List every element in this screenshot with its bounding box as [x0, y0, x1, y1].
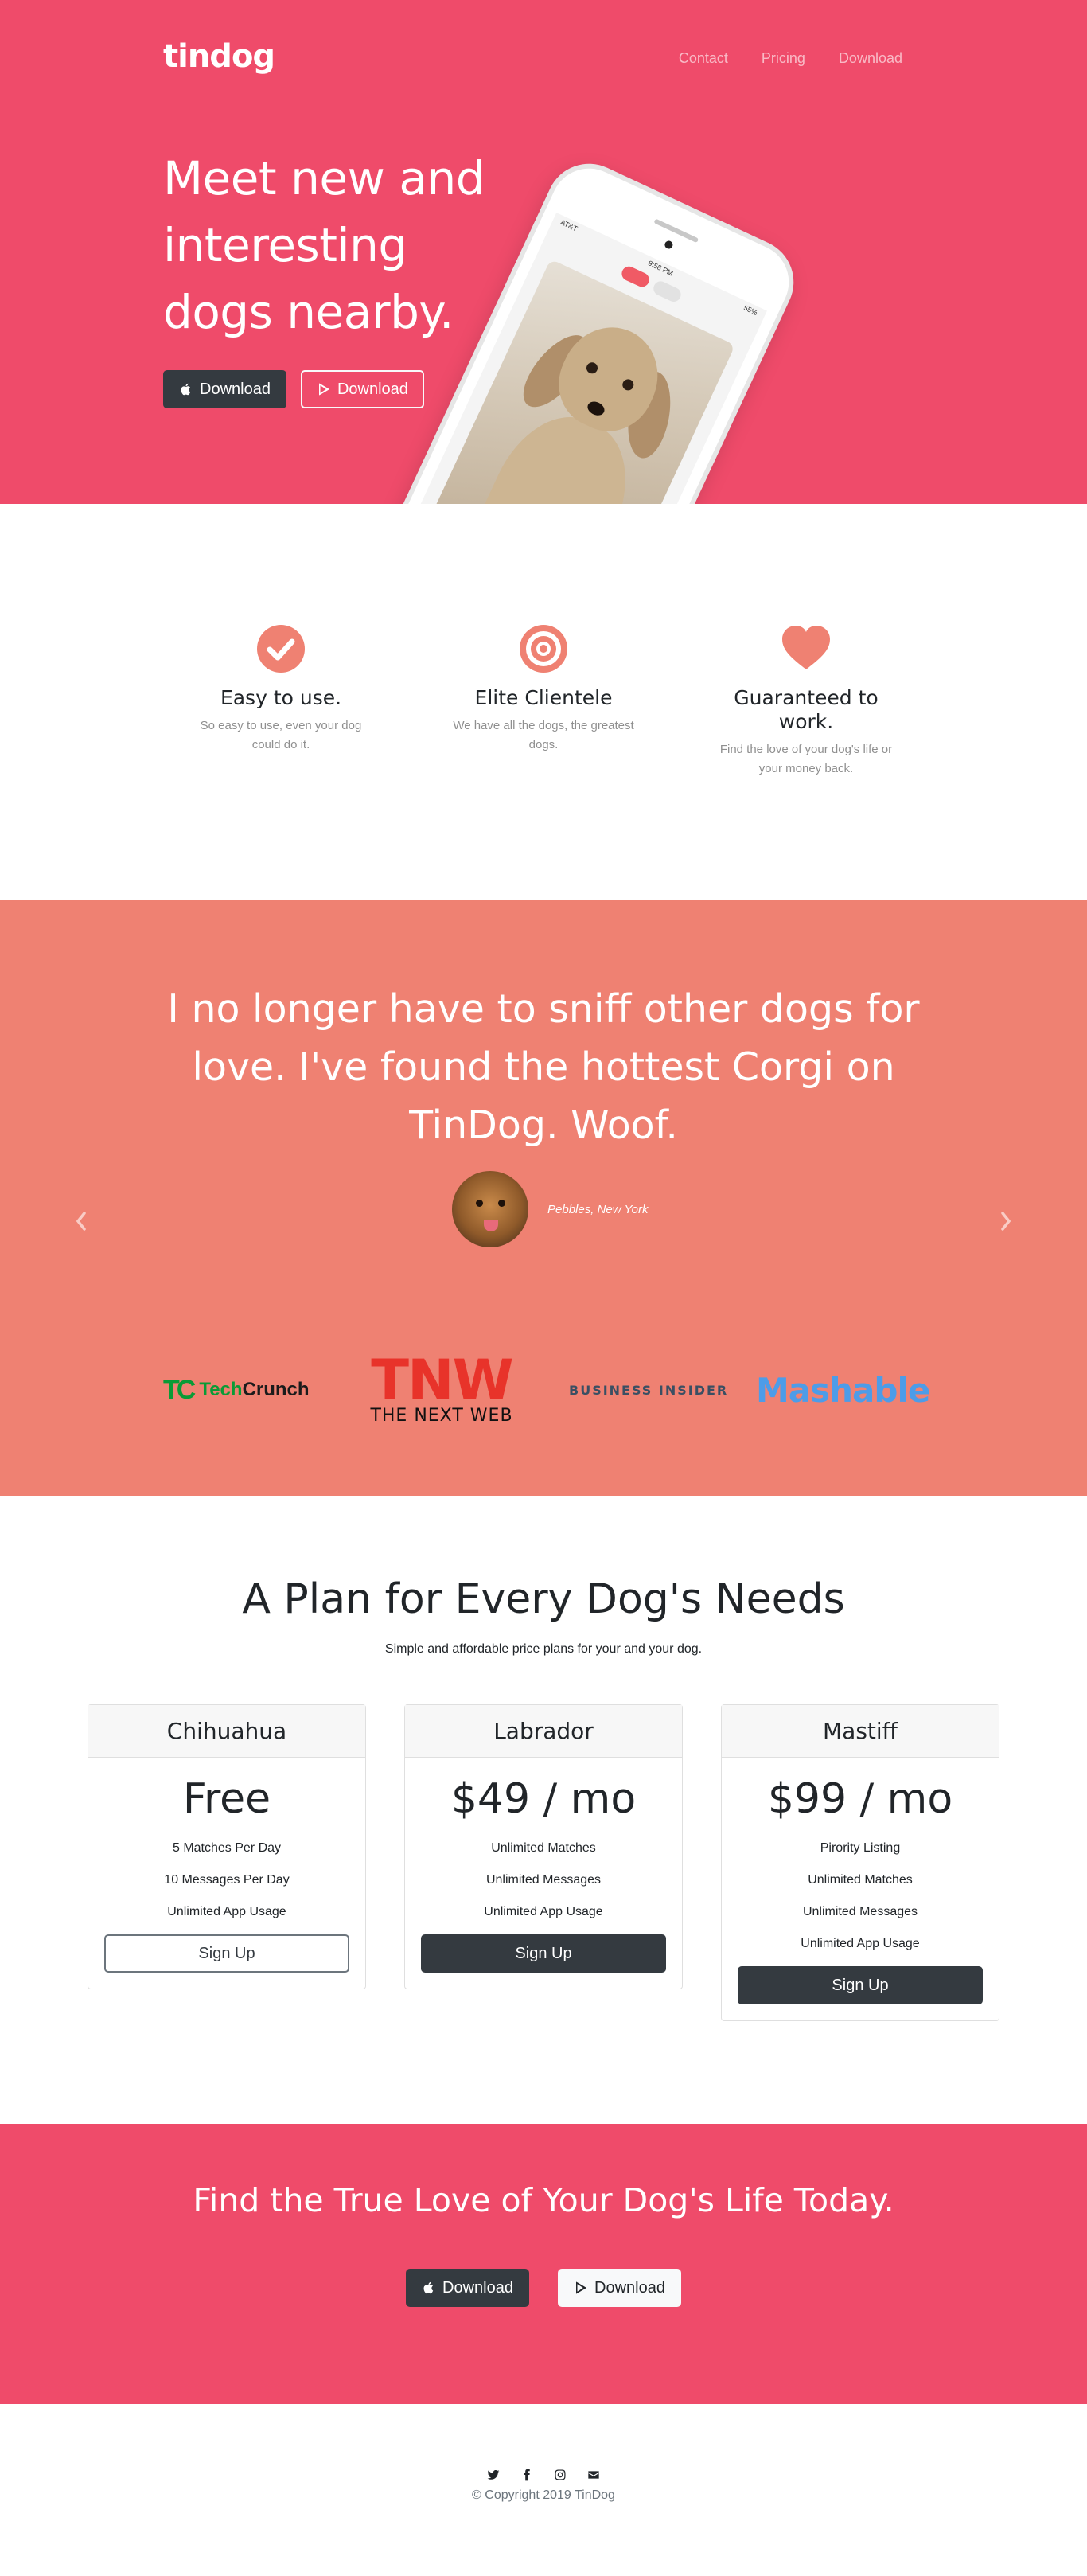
phone-camera — [663, 239, 675, 251]
pricing-plans: Chihuahua Free 5 Matches Per Day 10 Mess… — [0, 1704, 1087, 2021]
nav-contact[interactable]: Contact — [679, 50, 728, 67]
envelope-icon[interactable] — [586, 2468, 601, 2482]
plan-card-chihuahua: Chihuahua Free 5 Matches Per Day 10 Mess… — [88, 1704, 366, 1989]
bullseye-icon — [520, 625, 567, 673]
testimonial-quote: I no longer have to sniff other dogs for… — [167, 986, 920, 1148]
mashable-logo: Mashable — [756, 1370, 930, 1410]
plan-feature: Pirority Listing — [820, 1841, 901, 1855]
apple-icon — [181, 383, 191, 396]
google-play-download-label: Download — [594, 2278, 665, 2297]
tnw-logo: TNW THE NEXT WEB — [362, 1350, 521, 1430]
top-nav: Contact Pricing Download — [679, 50, 902, 67]
instagram-icon[interactable] — [553, 2468, 567, 2482]
tnw-wordmark: THE NEXT WEB — [370, 1405, 513, 1426]
testimonial-caption: Pebbles, New York — [547, 1203, 649, 1216]
cta-buttons: Download Download — [0, 2269, 1087, 2307]
nav-pricing[interactable]: Pricing — [762, 50, 805, 67]
feature-title: Elite Clientele — [474, 686, 613, 709]
apple-download-button[interactable]: Download — [406, 2269, 529, 2307]
feature-guaranteed: Guaranteed to work. Find the love of you… — [675, 623, 937, 900]
pricing-title: A Plan for Every Dog's Needs — [242, 1575, 845, 1623]
social-links — [0, 2468, 1087, 2482]
avatar-tongue — [484, 1220, 498, 1231]
check-circle-icon — [257, 625, 305, 673]
tnw-mark: TNW — [371, 1347, 514, 1413]
hero-section: tindog Contact Pricing Download Meet new… — [0, 0, 1087, 504]
testimonials-section: I no longer have to sniff other dogs for… — [0, 900, 1087, 1496]
apple-download-label: Download — [442, 2278, 513, 2297]
plan-body: $49 / mo Unlimited Matches Unlimited Mes… — [405, 1758, 682, 1989]
facebook-icon[interactable] — [520, 2468, 534, 2482]
feature-text: Find the love of your dog's life or your… — [719, 743, 893, 775]
plan-feature: 10 Messages Per Day — [164, 1873, 290, 1887]
footer: © Copyright 2019 TinDog — [0, 2404, 1087, 2576]
apple-icon — [423, 2281, 434, 2294]
plan-feature: Unlimited App Usage — [484, 1905, 603, 1918]
cta-section: Find the True Love of Your Dog's Life To… — [0, 2124, 1087, 2404]
carousel-next-icon[interactable] — [999, 1208, 1014, 1234]
plan-card-mastiff: Mastiff $99 / mo Pirority Listing Unlimi… — [721, 1704, 999, 2021]
features-section: Easy to use. So easy to use, even your d… — [0, 504, 1087, 900]
avatar-eye-left — [476, 1200, 483, 1207]
sign-up-button[interactable]: Sign Up — [421, 1934, 666, 1973]
plan-body: $99 / mo Pirority Listing Unlimited Matc… — [722, 1758, 999, 2020]
plan-name: Labrador — [405, 1705, 682, 1758]
feature-easy: Easy to use. So easy to use, even your d… — [150, 623, 412, 900]
feature-elite: Elite Clientele We have all the dogs, th… — [412, 623, 675, 900]
feature-title: Guaranteed to work. — [734, 686, 879, 733]
cta-title: Find the True Love of Your Dog's Life To… — [193, 2181, 894, 2219]
press-logos: TC TechCrunch TNW THE NEXT WEB BUSINESS … — [163, 1350, 930, 1430]
plan-feature: Unlimited Matches — [808, 1873, 913, 1887]
plan-name: Chihuahua — [88, 1705, 365, 1758]
plan-feature: 5 Matches Per Day — [172, 1841, 282, 1855]
plan-price: Free — [182, 1775, 271, 1823]
plan-feature: Unlimited Matches — [491, 1841, 596, 1855]
google-play-icon — [318, 383, 329, 396]
plan-price: $99 / mo — [767, 1775, 953, 1823]
pricing-subtitle: Simple and affordable price plans for yo… — [384, 1642, 703, 1656]
techcrunch-wordmark: TechCrunch — [199, 1379, 309, 1401]
google-play-icon — [576, 2281, 586, 2294]
feature-title: Easy to use. — [220, 686, 342, 709]
feature-text: So easy to use, even your dog could do i… — [200, 719, 362, 751]
plan-card-labrador: Labrador $49 / mo Unlimited Matches Unli… — [404, 1704, 683, 1989]
sign-up-button[interactable]: Sign Up — [738, 1966, 983, 2004]
plan-body: Free 5 Matches Per Day 10 Messages Per D… — [88, 1758, 365, 1989]
pricing-section: A Plan for Every Dog's Needs Simple and … — [0, 1496, 1087, 2124]
feature-text: We have all the dogs, the greatest dogs. — [453, 719, 634, 751]
avatar — [452, 1171, 528, 1247]
plan-feature: Unlimited Messages — [802, 1905, 918, 1918]
sign-up-button[interactable]: Sign Up — [104, 1934, 349, 1973]
copyright-text: © Copyright 2019 TinDog — [472, 2488, 615, 2502]
techcrunch-wordmark-tech: Tech — [199, 1379, 243, 1400]
apple-download-button[interactable]: Download — [163, 370, 286, 408]
carousel-prev-icon[interactable] — [73, 1208, 88, 1234]
apple-download-label: Download — [200, 380, 271, 398]
business-insider-logo: BUSINESS INSIDER — [569, 1382, 729, 1398]
google-play-download-button[interactable]: Download — [558, 2269, 681, 2307]
plan-feature: Unlimited App Usage — [167, 1905, 286, 1918]
heart-icon — [782, 626, 830, 669]
brand-logo[interactable]: tindog — [163, 38, 275, 75]
plan-feature: Unlimited App Usage — [801, 1937, 920, 1950]
plan-feature: Unlimited Messages — [485, 1873, 602, 1887]
avatar-eye-right — [498, 1200, 505, 1207]
nav-download[interactable]: Download — [839, 50, 902, 67]
phone-speaker — [653, 218, 699, 244]
techcrunch-wordmark-crunch: Crunch — [242, 1379, 310, 1400]
twitter-icon[interactable] — [486, 2468, 501, 2482]
plan-price: $49 / mo — [450, 1775, 637, 1823]
techcrunch-mark: TC — [163, 1374, 196, 1405]
techcrunch-logo: TC TechCrunch — [163, 1350, 310, 1430]
plan-name: Mastiff — [722, 1705, 999, 1758]
